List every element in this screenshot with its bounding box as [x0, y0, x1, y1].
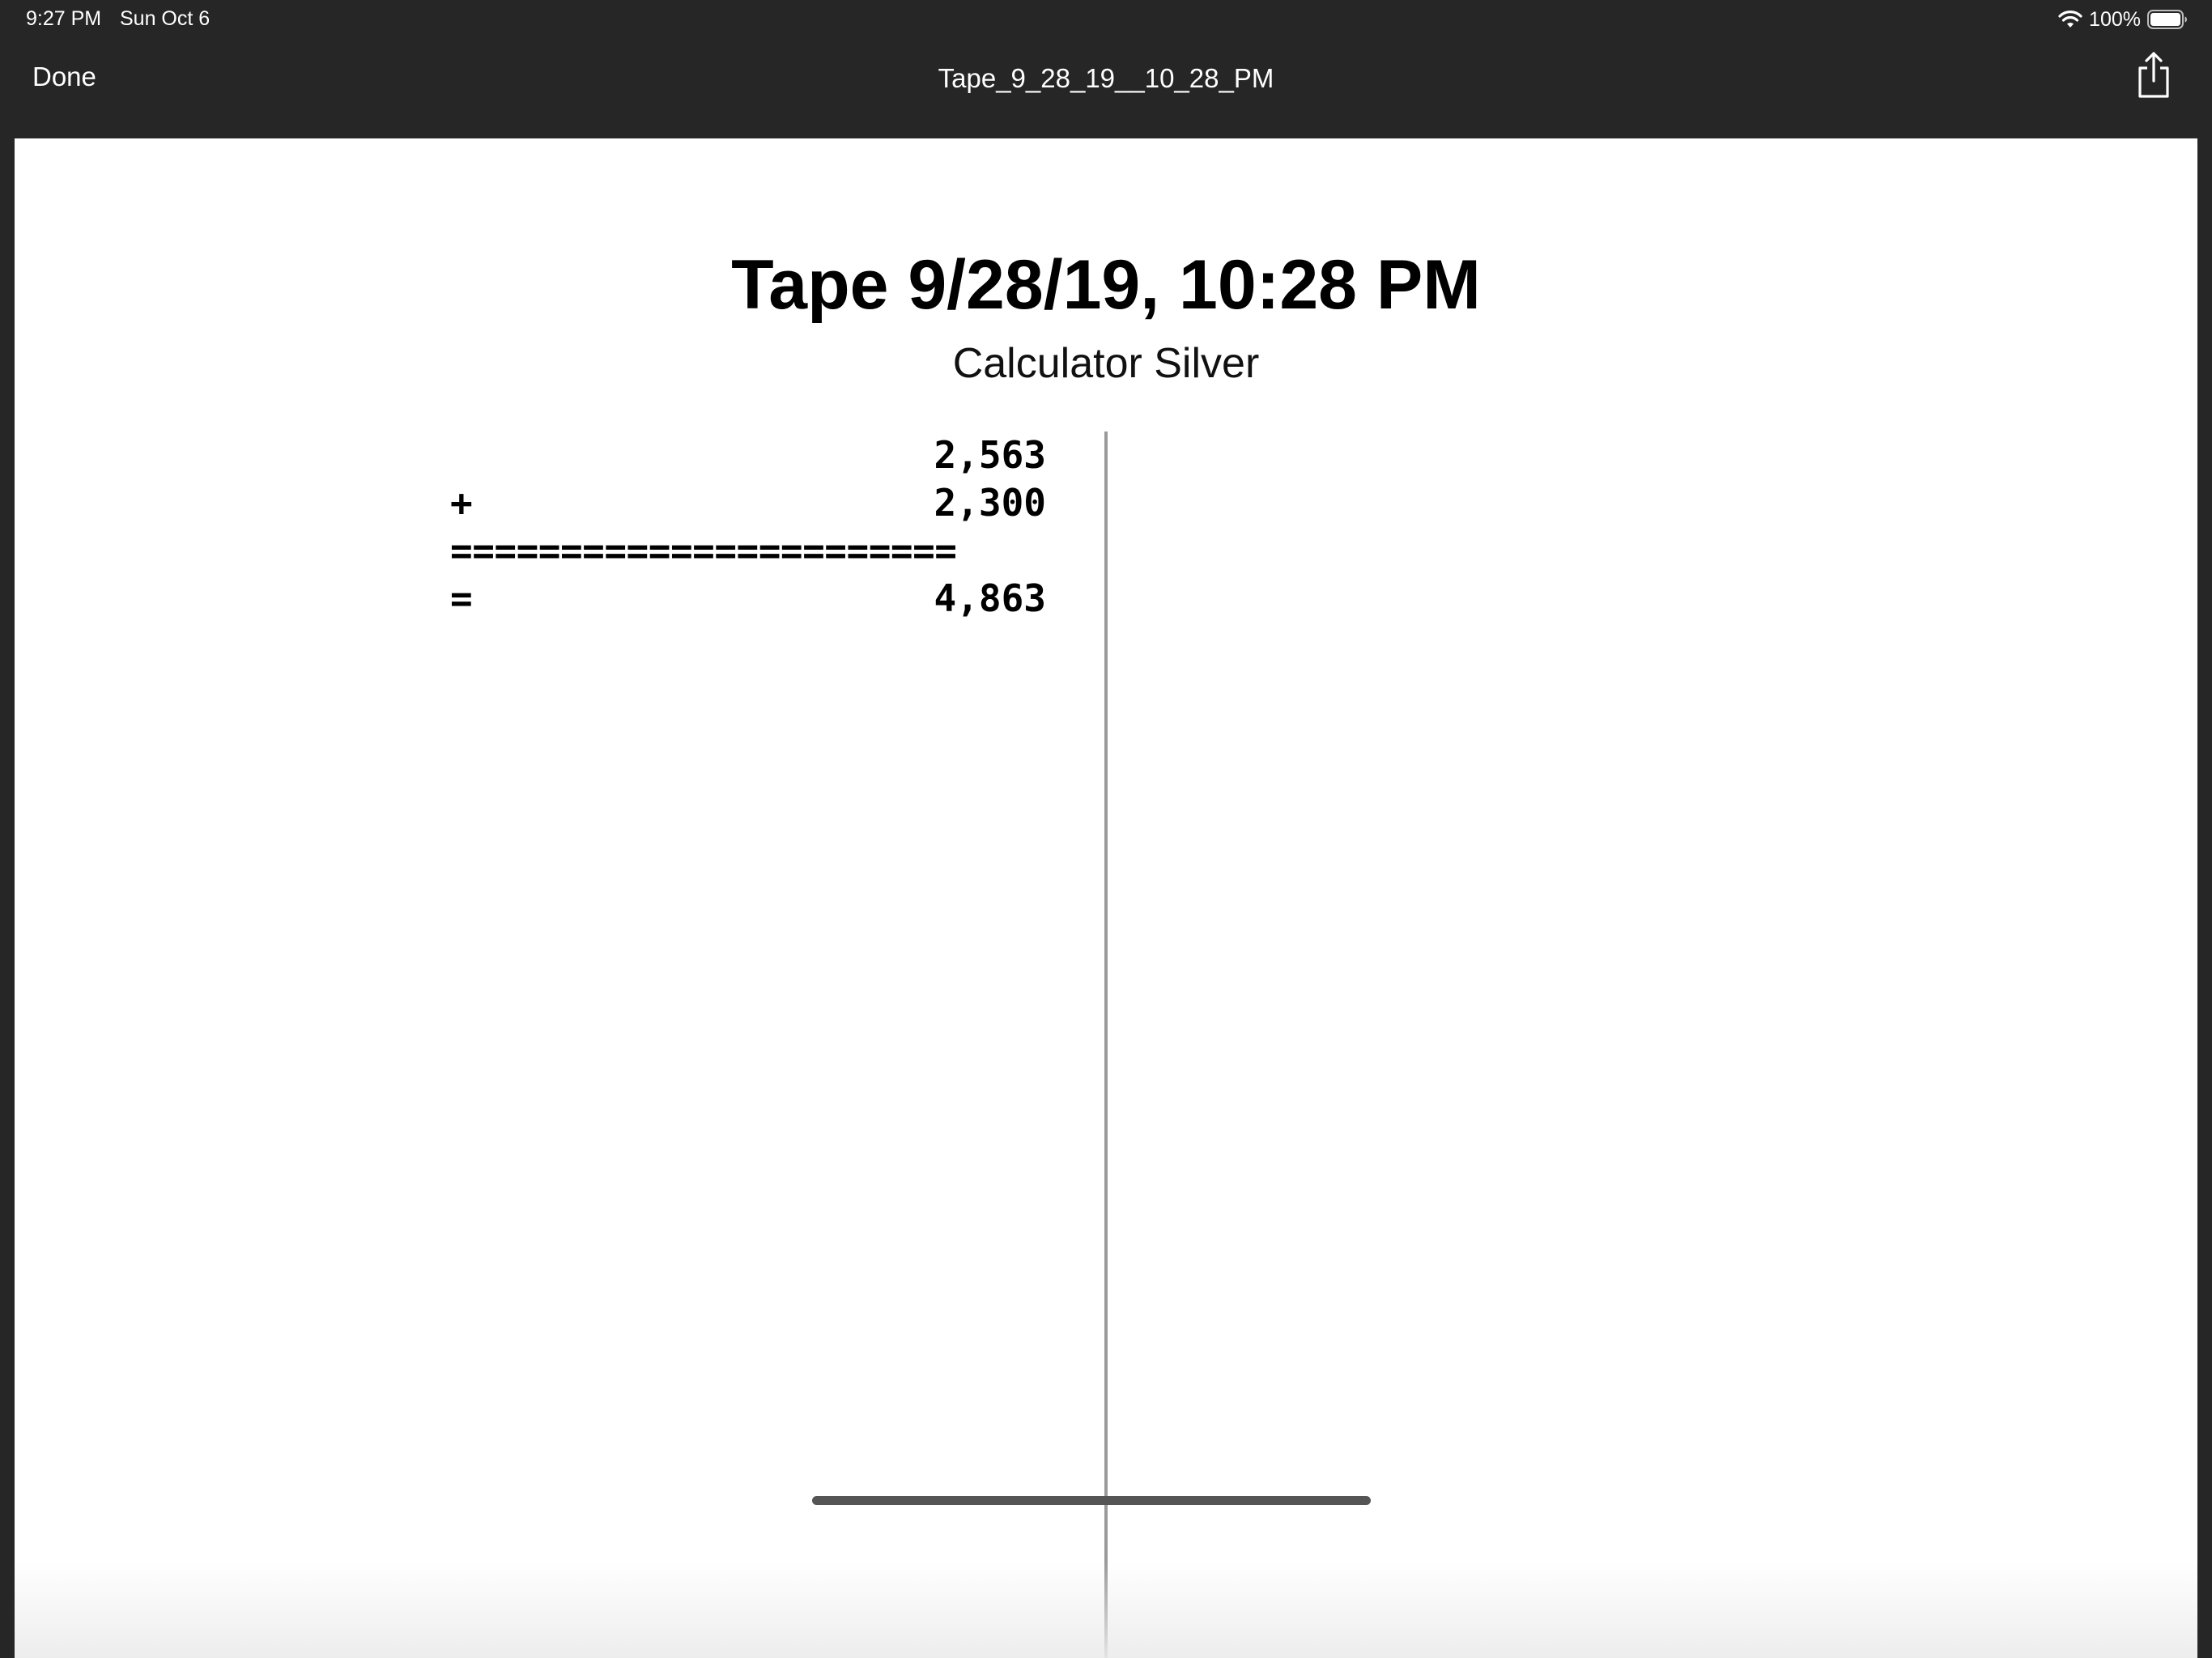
tape-row: + 2,300 — [450, 479, 1049, 527]
tape-operator: + — [450, 481, 473, 525]
tape-value: 2,563 — [934, 433, 1046, 477]
status-indicators: 100% — [2058, 5, 2188, 34]
battery-percentage: 100% — [2089, 7, 2141, 31]
tape-operator: = — [450, 576, 473, 620]
tape-separator-row: ======================= — [450, 527, 1049, 575]
battery-icon — [2147, 10, 2188, 29]
tape-document: Tape 9/28/19, 10:28 PM Calculator Silver… — [15, 138, 2197, 1658]
share-icon — [2131, 52, 2176, 104]
page-divider — [1104, 432, 1108, 1658]
tape-separator: ======================= — [450, 529, 957, 572]
document-subtitle: Calculator Silver — [952, 340, 1260, 387]
status-bar: 9:27 PM Sun Oct 6 100% — [0, 0, 2212, 39]
share-button[interactable] — [2131, 49, 2176, 100]
status-date: Sun Oct 6 — [120, 7, 211, 30]
tape-total-row: = 4,863 — [450, 575, 1049, 623]
document-title: Tape 9/28/19, 10:28 PM — [731, 246, 1481, 324]
tape-row: 2,563 — [450, 432, 1049, 479]
nav-title: Tape_9_28_19__10_28_PM — [938, 63, 1274, 93]
tape-entries: 2,563 + 2,300 ======================= = … — [450, 432, 1049, 623]
screen: 9:27 PM Sun Oct 6 100% Done Tape_9_28_19… — [0, 0, 2212, 1658]
navigation-bar: Done Tape_9_28_19__10_28_PM — [0, 39, 2212, 120]
home-indicator[interactable] — [812, 1496, 1371, 1505]
wifi-icon — [2058, 10, 2082, 29]
tape-value: 2,300 — [934, 481, 1046, 525]
tape-total-value: 4,863 — [934, 576, 1046, 620]
status-time: 9:27 PM — [26, 7, 102, 30]
